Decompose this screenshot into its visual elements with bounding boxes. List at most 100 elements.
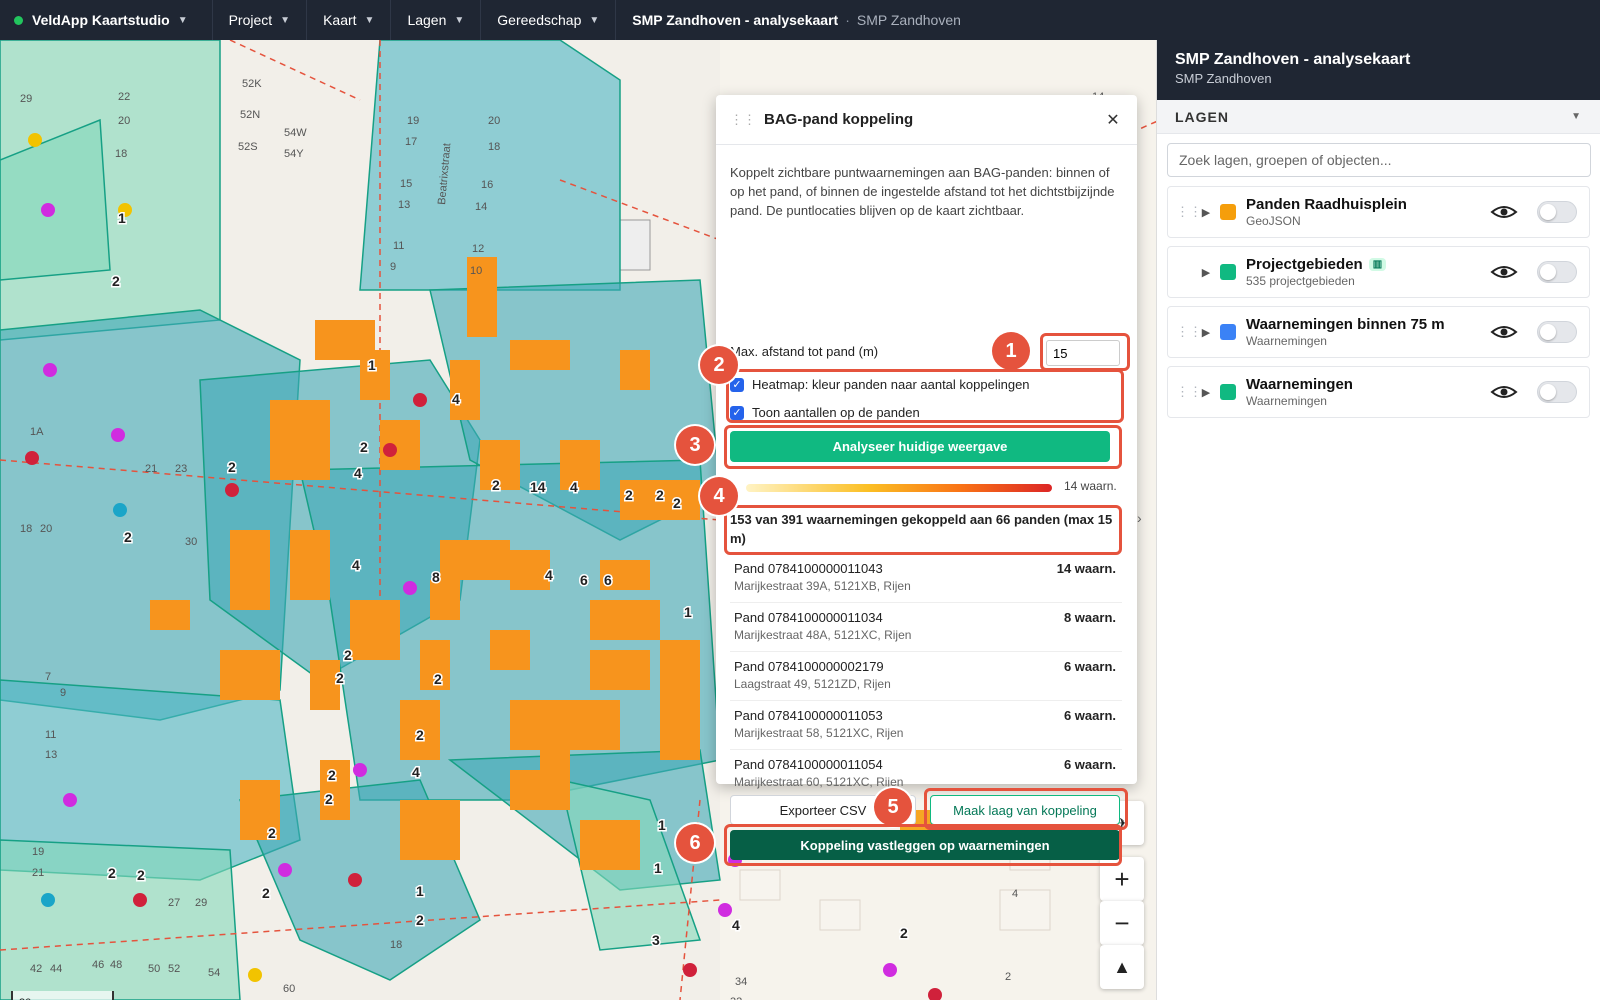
svg-text:18: 18 [390, 939, 402, 951]
svg-text:52K: 52K [242, 78, 262, 90]
eye-icon[interactable] [1489, 322, 1519, 342]
drag-handle-icon[interactable]: ⋮⋮ [1176, 324, 1202, 340]
list-item[interactable]: Pand 0784100000002179 Laagstraat 49, 5121… [730, 652, 1122, 701]
drag-handle-icon[interactable]: ⋮⋮ [1176, 384, 1202, 400]
pand-address: Marijkestraat 60, 5121XC, Rijen [734, 775, 904, 789]
pand-count: 8 waarn. [1063, 610, 1116, 625]
expand-icon[interactable]: ▶ [1198, 386, 1214, 399]
layer-subtitle: GeoJSON [1246, 214, 1301, 228]
layers-section-header[interactable]: LAGEN ▼ [1157, 100, 1600, 134]
layer-visibility-toggle[interactable] [1537, 261, 1577, 283]
list-item[interactable]: Pand 0784100000011043 Marijkestraat 39A, … [730, 554, 1122, 603]
menu-project[interactable]: Project ▼ [213, 0, 308, 40]
svg-text:52S: 52S [238, 141, 258, 153]
side-panel: SMP Zandhoven - analysekaart SMP Zandhov… [1156, 40, 1600, 1000]
svg-text:2: 2 [656, 487, 664, 503]
dialog-description: Koppelt zichtbare puntwaarnemingen aan B… [730, 165, 1115, 218]
menu-label: Gereedschap [497, 12, 582, 28]
svg-text:34: 34 [735, 976, 747, 988]
svg-text:7: 7 [45, 671, 51, 683]
zoom-out-button[interactable]: − [1100, 901, 1144, 945]
svg-text:19: 19 [32, 846, 44, 858]
chevron-down-icon: ▼ [364, 14, 375, 26]
svg-text:4: 4 [570, 479, 578, 495]
layer-item-waarnemingen[interactable]: ⋮⋮ ▶ Waarnemingen Waarnemingen [1167, 366, 1590, 418]
svg-text:4: 4 [352, 557, 360, 573]
pand-count: 6 waarn. [1063, 757, 1116, 772]
svg-text:10: 10 [470, 265, 482, 277]
map-scale: 30 m [11, 991, 114, 1000]
svg-text:13: 13 [398, 199, 410, 211]
chevron-down-icon: ▼ [177, 14, 188, 26]
layer-item-projectgebieden[interactable]: ▶ Projectgebieden ▥ 535 projectgebieden [1167, 246, 1590, 298]
svg-text:2: 2 [268, 825, 276, 841]
layer-search-input[interactable] [1167, 143, 1591, 177]
callout-5: 5 [874, 788, 912, 826]
dialog-header[interactable]: ⋮⋮ BAG-pand koppeling ✕ [716, 95, 1137, 145]
app-menu[interactable]: VeldApp Kaartstudio ▼ [0, 0, 213, 40]
highlight-6 [724, 824, 1122, 866]
svg-text:18: 18 [115, 148, 127, 160]
compass-icon: ▲ [1113, 956, 1131, 977]
list-item[interactable]: Pand 0784100000011053 Marijkestraat 58, 5… [730, 701, 1122, 750]
menu-gereedschap[interactable]: Gereedschap ▼ [481, 0, 617, 40]
callout-6: 6 [676, 824, 714, 862]
layer-name: Projectgebieden [1246, 256, 1363, 273]
svg-text:4: 4 [732, 917, 740, 933]
expand-icon[interactable]: ▶ [1198, 206, 1214, 219]
layer-visibility-toggle[interactable] [1537, 201, 1577, 223]
heatmap-scale-label: 14 waarn. [1064, 479, 1117, 493]
svg-text:60: 60 [283, 983, 295, 995]
svg-text:17: 17 [405, 136, 417, 148]
layer-name: Waarnemingen [1246, 376, 1353, 393]
svg-text:32: 32 [730, 996, 742, 1000]
expand-icon[interactable]: ▶ [1198, 326, 1214, 339]
layer-visibility-toggle[interactable] [1537, 321, 1577, 343]
compass-button[interactable]: ▲ [1100, 945, 1144, 989]
menu-kaart[interactable]: Kaart ▼ [307, 0, 392, 40]
svg-text:19: 19 [407, 115, 419, 127]
menu-label: Project [228, 12, 273, 28]
svg-text:20: 20 [488, 115, 500, 127]
layer-item-waarnemingen-75m[interactable]: ⋮⋮ ▶ Waarnemingen binnen 75 m Waarneminge… [1167, 306, 1590, 358]
svg-text:4: 4 [452, 391, 460, 407]
svg-text:18: 18 [488, 141, 500, 153]
svg-text:2: 2 [112, 273, 120, 289]
drag-handle-icon[interactable]: ⋮⋮ [1176, 204, 1202, 220]
pand-address: Marijkestraat 39A, 5121XB, Rijen [734, 579, 911, 593]
svg-text:2: 2 [360, 439, 368, 455]
close-icon[interactable]: ✕ [1103, 110, 1123, 130]
layer-name: Panden Raadhuisplein [1246, 196, 1407, 213]
dialog-title: BAG-pand koppeling [764, 111, 914, 128]
pand-address: Marijkestraat 48A, 5121XC, Rijen [734, 628, 912, 642]
distance-label: Max. afstand tot pand (m) [730, 344, 879, 359]
svg-text:6: 6 [580, 572, 588, 588]
status-dot [14, 15, 23, 25]
eye-icon[interactable] [1489, 202, 1519, 222]
svg-text:1A: 1A [30, 426, 44, 438]
panel-subtitle: SMP Zandhoven [1175, 71, 1272, 86]
svg-text:27: 27 [168, 897, 180, 909]
pand-count: 6 waarn. [1063, 708, 1116, 723]
list-item[interactable]: Pand 0784100000011034 Marijkestraat 48A, … [730, 603, 1122, 652]
menu-lagen[interactable]: Lagen ▼ [391, 0, 482, 40]
callout-3: 3 [676, 426, 714, 464]
expand-icon[interactable]: ▶ [1198, 266, 1214, 279]
svg-text:44: 44 [50, 963, 62, 975]
drag-handle-icon[interactable]: ⋮⋮ [730, 112, 756, 128]
svg-text:2: 2 [325, 791, 333, 807]
eye-icon[interactable] [1489, 262, 1519, 282]
svg-text:12: 12 [472, 243, 484, 255]
app-name: VeldApp Kaartstudio [32, 12, 170, 28]
svg-text:18: 18 [20, 523, 32, 535]
eye-icon[interactable] [1489, 382, 1519, 402]
breadcrumb-project: SMP Zandhoven - analysekaart [632, 12, 839, 28]
collapse-panel-icon[interactable]: › [1137, 510, 1142, 526]
layer-visibility-toggle[interactable] [1537, 381, 1577, 403]
svg-text:11: 11 [45, 729, 56, 741]
svg-text:4: 4 [412, 764, 420, 780]
breadcrumb-separator: · [845, 12, 850, 28]
svg-text:52N: 52N [240, 109, 260, 121]
svg-text:42: 42 [30, 963, 42, 975]
layer-item-panden-raadhuisplein[interactable]: ⋮⋮ ▶ Panden Raadhuisplein GeoJSON [1167, 186, 1590, 238]
